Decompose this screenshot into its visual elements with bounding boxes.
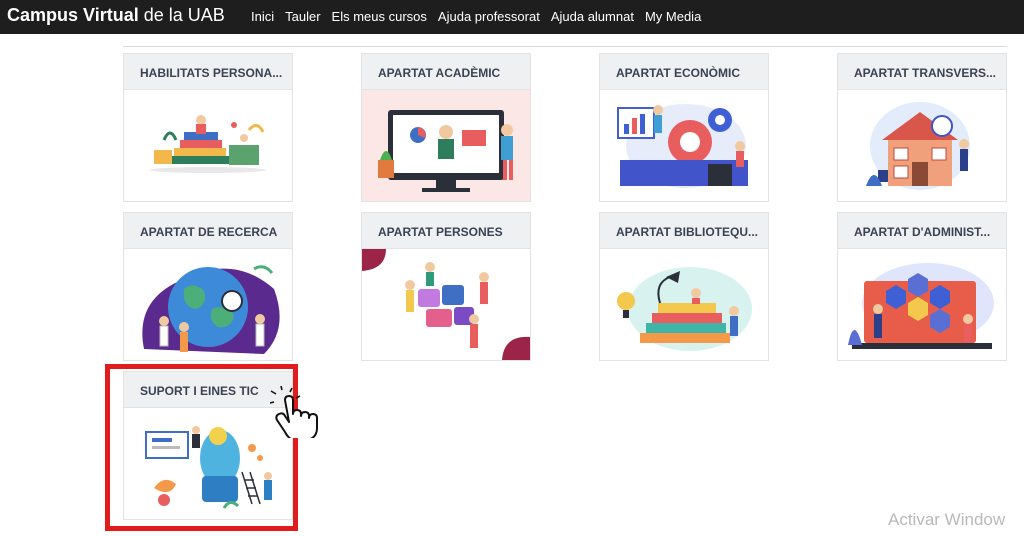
course-card-administracio[interactable]: APARTAT D'ADMINIST... bbox=[837, 212, 1007, 361]
content-divider bbox=[123, 46, 1007, 47]
top-navbar: Campus Virtual de la UAB Inici Tauler El… bbox=[0, 0, 1024, 34]
nav-ajuda-professorat[interactable]: Ajuda professorat bbox=[438, 9, 540, 24]
course-card-habilitats[interactable]: HABILITATS PERSONA... bbox=[123, 53, 293, 202]
nav-tauler[interactable]: Tauler bbox=[285, 9, 320, 24]
card-title[interactable]: APARTAT ECONÒMIC bbox=[600, 54, 768, 90]
nav-my-media[interactable]: My Media bbox=[645, 9, 701, 24]
card-title[interactable]: HABILITATS PERSONA... bbox=[124, 54, 292, 90]
card-title[interactable]: APARTAT PERSONES bbox=[362, 213, 530, 249]
course-card-persones[interactable]: APARTAT PERSONES bbox=[361, 212, 531, 361]
puzzle-team-illustration[interactable] bbox=[362, 249, 530, 360]
brand-bold: Campus Virtual bbox=[7, 5, 139, 25]
card-title[interactable]: APARTAT ACADÈMIC bbox=[362, 54, 530, 90]
admin-laptop-illustration[interactable] bbox=[838, 249, 1006, 360]
course-card-biblioteques[interactable]: APARTAT BIBLIOTEQU... bbox=[599, 212, 769, 361]
site-brand[interactable]: Campus Virtual de la UAB bbox=[7, 5, 225, 26]
hand-pointer-icon bbox=[270, 386, 318, 438]
course-card-economic[interactable]: APARTAT ECONÒMIC bbox=[599, 53, 769, 202]
books-reading-illustration[interactable] bbox=[124, 90, 292, 201]
nav-ajuda-alumnat[interactable]: Ajuda alumnat bbox=[551, 9, 634, 24]
brand-rest: de la UAB bbox=[138, 5, 225, 25]
card-title[interactable]: APARTAT DE RECERCA bbox=[124, 213, 292, 249]
card-title[interactable]: APARTAT D'ADMINIST... bbox=[838, 213, 1006, 249]
house-people-illustration[interactable] bbox=[838, 90, 1006, 201]
course-card-transversal[interactable]: APARTAT TRANSVERS... bbox=[837, 53, 1007, 202]
course-card-academic[interactable]: APARTAT ACADÈMIC bbox=[361, 53, 531, 202]
course-card-recerca[interactable]: APARTAT DE RECERCA bbox=[123, 212, 293, 361]
library-books-illustration[interactable] bbox=[600, 249, 768, 360]
online-teaching-illustration[interactable] bbox=[362, 90, 530, 201]
globe-research-illustration[interactable] bbox=[124, 249, 292, 360]
card-title[interactable]: APARTAT BIBLIOTEQU... bbox=[600, 213, 768, 249]
main-nav: Inici Tauler Els meus cursos Ajuda profe… bbox=[251, 9, 712, 24]
nav-els-meus-cursos[interactable]: Els meus cursos bbox=[332, 9, 427, 24]
finance-gears-illustration[interactable] bbox=[600, 90, 768, 201]
nav-inici[interactable]: Inici bbox=[251, 9, 274, 24]
card-title[interactable]: APARTAT TRANSVERS... bbox=[838, 54, 1006, 90]
windows-activation-watermark: Activar Window bbox=[888, 510, 1006, 529]
